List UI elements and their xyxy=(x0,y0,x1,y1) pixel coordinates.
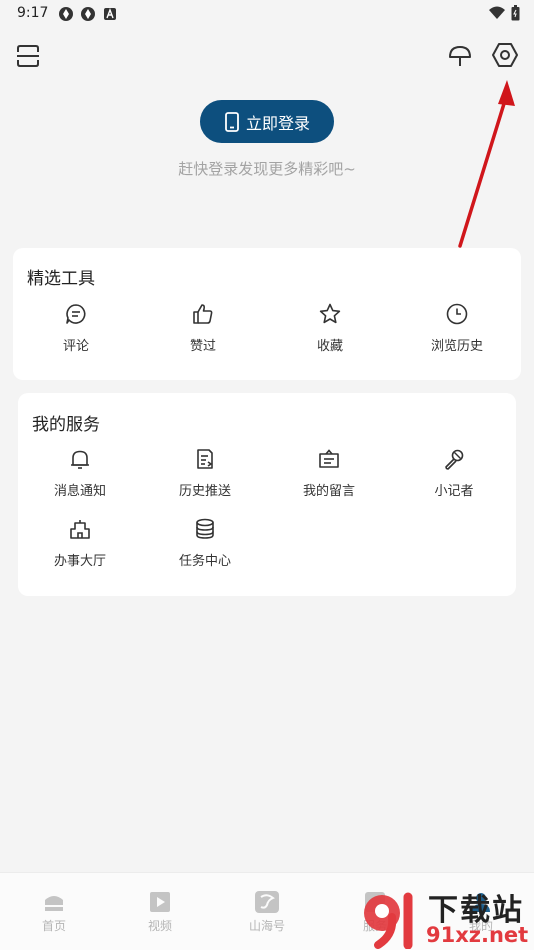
tool-history[interactable]: 浏览历史 xyxy=(407,302,507,354)
app-notification-icon xyxy=(59,7,73,21)
service-my-messages-label: 我的留言 xyxy=(302,484,355,499)
nav-shanhai-label: 山海号 xyxy=(248,919,285,933)
nav-video-label: 视频 xyxy=(147,919,172,933)
service-office-hall-label: 办事大厅 xyxy=(53,554,106,569)
database-icon xyxy=(196,518,214,539)
login-button[interactable]: 立即登录 xyxy=(200,100,334,143)
login-button-label: 立即登录 xyxy=(245,113,310,133)
tool-comment-label: 评论 xyxy=(62,339,89,354)
tools-card: 精选工具 评论 赞过 收藏 浏览历史 xyxy=(13,248,521,380)
nav-home-label: 首页 xyxy=(41,919,66,933)
tool-history-label: 浏览历史 xyxy=(430,339,483,354)
service-push-history[interactable]: 历史推送 xyxy=(155,447,255,499)
app-notification-icon xyxy=(81,7,95,21)
status-time: 9:17 xyxy=(17,5,49,21)
clock-icon xyxy=(446,303,468,325)
service-notifications-label: 消息通知 xyxy=(53,484,106,499)
building-icon xyxy=(70,520,90,539)
services-card: 我的服务 消息通知 历史推送 我的留言 小记者 办事大厅 任务中心 xyxy=(18,393,516,596)
login-hint: 赶快登录发现更多精彩吧~ xyxy=(178,160,356,178)
bell-icon xyxy=(71,450,89,469)
comment-icon xyxy=(66,304,86,324)
service-office-hall[interactable]: 办事大厅 xyxy=(30,517,130,569)
site-watermark: 下载站 91xz.net xyxy=(362,885,534,950)
home-icon xyxy=(45,896,63,911)
tool-favorites-label: 收藏 xyxy=(316,339,343,354)
umbrella-icon[interactable] xyxy=(446,42,474,70)
notification-icons xyxy=(58,6,118,22)
top-bar xyxy=(0,38,534,72)
tool-favorites[interactable]: 收藏 xyxy=(280,302,380,354)
status-bar: 9:17 xyxy=(0,0,534,28)
wifi-icon xyxy=(489,6,505,19)
service-task-center-label: 任务中心 xyxy=(178,554,231,569)
message-board-icon xyxy=(319,449,339,468)
service-reporter-label: 小记者 xyxy=(434,484,474,499)
nav-video[interactable]: 视频 xyxy=(130,891,190,934)
thumb-up-icon xyxy=(193,304,213,324)
system-status xyxy=(489,5,520,21)
star-icon xyxy=(319,303,341,324)
microphone-icon xyxy=(445,449,464,470)
phone-icon xyxy=(225,111,239,132)
nav-home[interactable]: 首页 xyxy=(24,891,84,934)
tool-liked-label: 赞过 xyxy=(189,339,216,354)
shanhai-icon xyxy=(255,891,279,913)
services-title: 我的服务 xyxy=(32,415,100,435)
watermark-logo-icon xyxy=(364,892,413,949)
service-my-messages[interactable]: 我的留言 xyxy=(279,447,379,499)
nav-shanhai[interactable]: 山海号 xyxy=(237,891,297,934)
watermark-domain: 91xz.net xyxy=(426,923,529,947)
tool-comment[interactable]: 评论 xyxy=(26,302,126,354)
service-reporter[interactable]: 小记者 xyxy=(404,447,504,499)
battery-icon xyxy=(511,5,520,21)
service-push-history-label: 历史推送 xyxy=(178,484,231,499)
scan-icon[interactable] xyxy=(14,42,42,70)
service-notifications[interactable]: 消息通知 xyxy=(30,447,130,499)
settings-icon[interactable] xyxy=(490,40,520,70)
service-task-center[interactable]: 任务中心 xyxy=(155,517,255,569)
push-history-icon xyxy=(197,449,213,469)
tools-title: 精选工具 xyxy=(27,269,95,289)
font-notification-icon xyxy=(104,8,116,20)
video-icon xyxy=(150,892,170,912)
tool-liked[interactable]: 赞过 xyxy=(153,302,253,354)
